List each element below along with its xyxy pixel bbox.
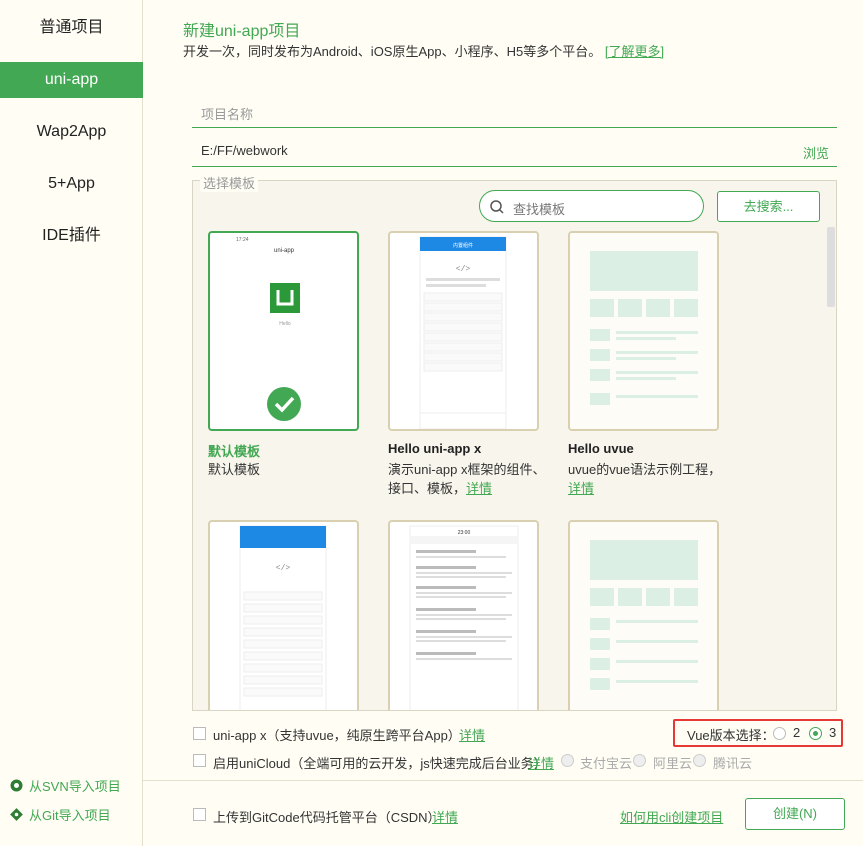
vue-version-3-radio[interactable] [809,727,822,740]
uni-app-x-detail-link[interactable]: 详情 [459,725,485,744]
sidebar: 普通项目 uni-app Wap2App 5+App IDE插件 从SVN导入项… [0,0,143,846]
go-search-button[interactable]: 去搜索... [717,191,820,222]
import-svn-link[interactable]: 从SVN导入项目 [10,776,121,795]
preview-hello: Hello [279,321,291,327]
project-name-field[interactable]: 项目名称 [192,96,837,128]
template-card-default[interactable]: 17:24 uni-app Hello [208,231,359,431]
search-icon [490,200,504,214]
sidebar-item-uni-app[interactable]: uni-app [0,62,143,98]
svg-text:</>: </> [456,265,471,274]
preview-app-title: uni-app [274,248,295,254]
subtitle-text: 开发一次，同时发布为Android、iOS原生App、小程序、H5等多个平台。 [183,44,602,59]
template-card-row2-2[interactable]: 23:00 [388,520,539,710]
template-card-hello-uni-app-x[interactable]: 内置组件 </> [388,231,539,431]
browse-button[interactable]: 浏览 [803,143,829,162]
import-git-label: 从Git导入项目 [29,808,111,823]
hello-uni-app-x-preview: 内置组件 </> [419,236,507,429]
gitcode-label: 上传到GitCode代码托管平台（CSDN） [213,810,441,825]
template-desc-hello-uni-app-x: 演示uni-app x框架的组件、接口、模板，详情 [388,460,548,498]
template-desc-text-hello-uvue: uvue的vue语法示例工程， [568,462,722,477]
row2-card3-preview [570,522,717,710]
vue-version-label: Vue版本选择： [687,728,775,743]
template-scrollbar[interactable] [827,227,835,307]
git-icon [10,808,23,821]
footer-divider [143,780,863,781]
template-detail-link-hello-uni-app-x[interactable]: 详情 [466,481,492,496]
hello-uvue-preview [570,233,717,429]
page-title: 新建uni-app项目 [183,23,301,40]
template-card-hello-uvue[interactable] [568,231,719,431]
preview-ux-time: 23:00 [458,530,471,536]
project-path-field[interactable]: E:/FF/webwork 浏览 [192,135,837,167]
template-search-input[interactable]: 查找模板 [479,190,704,222]
row2-card2-preview: 23:00 [409,525,519,710]
template-desc-hello-uvue: uvue的vue语法示例工程， 详情 [568,460,728,498]
selected-check-icon [267,387,301,421]
gitcode-checkbox[interactable] [193,808,206,821]
template-name-hello-uvue: Hello uvue [568,441,634,456]
sidebar-item-normal-project[interactable]: 普通项目 [0,10,143,46]
preview-status-time: 17:24 [236,237,249,243]
page-subtitle: 开发一次，同时发布为Android、iOS原生App、小程序、H5等多个平台。 … [183,41,664,60]
template-name-hello-uni-app-x: Hello uni-app x [388,441,482,456]
sidebar-item-wap2app[interactable]: Wap2App [0,114,143,150]
create-button[interactable]: 创建(N) [745,798,845,830]
svg-text:</>: </> [276,564,291,573]
default-template-preview: 17:24 uni-app Hello [230,233,338,429]
cloud-alipay-label: 支付宝云 [580,756,633,771]
uni-app-x-label: uni-app x（支持uvue，纯原生跨平台App） [213,728,461,743]
cloud-aliyun-radio[interactable] [633,754,646,767]
cloud-tencent-radio[interactable] [693,754,706,767]
learn-more-link[interactable]: [了解更多] [605,44,664,59]
sidebar-item-ide-plugin[interactable]: IDE插件 [0,218,143,254]
vue-version-3-label: 3 [829,725,837,740]
row2-card1-preview: </> [239,525,327,710]
cli-create-link[interactable]: 如何用cli创建项目 [620,807,723,826]
unicloud-checkbox[interactable] [193,754,206,767]
vue-version-2-radio[interactable] [773,727,786,740]
cloud-tencent-label: 腾讯云 [713,756,753,771]
uni-app-x-checkbox[interactable] [193,727,206,740]
preview-ux-header: 内置组件 [453,242,473,249]
template-desc-default: 默认模板 [208,462,261,477]
template-card-row2-3[interactable] [568,520,719,710]
sidebar-item-5plus-app[interactable]: 5+App [0,166,143,202]
svn-icon [10,779,23,792]
unicloud-label: 启用uniCloud（全端可用的云开发，js快速完成后台业务） [213,756,547,771]
template-legend: 选择模板 [200,173,259,192]
project-name-placeholder: 项目名称 [201,107,254,122]
gitcode-detail-link[interactable]: 详情 [432,807,458,826]
import-svn-label: 从SVN导入项目 [29,779,121,794]
template-card-row2-1[interactable]: </> [208,520,359,710]
template-search-placeholder: 查找模板 [513,202,566,217]
cloud-aliyun-label: 阿里云 [653,756,693,771]
import-git-link[interactable]: 从Git导入项目 [10,805,111,824]
unicloud-detail-link[interactable]: 详情 [528,753,554,772]
template-name-default: 默认模板 [208,444,261,459]
template-detail-link-hello-uvue[interactable]: 详情 [568,481,594,496]
template-row-2: </> 23:00 [192,510,837,710]
project-path-value: E:/FF/webwork [201,143,288,158]
cloud-alipay-radio[interactable] [561,754,574,767]
vue-version-2-label: 2 [793,725,801,740]
